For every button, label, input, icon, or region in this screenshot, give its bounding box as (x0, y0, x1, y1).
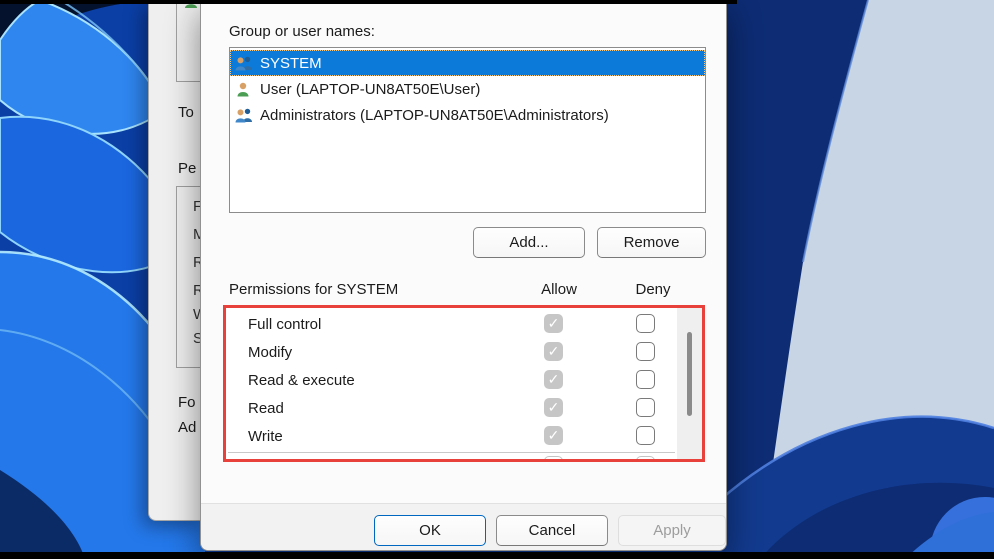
screen-edge-bottom (0, 552, 994, 559)
deny-checkbox[interactable] (636, 398, 655, 417)
cancel-button[interactable]: Cancel (496, 515, 608, 546)
background-label-fragment: Pe (178, 160, 197, 177)
permission-name: Modify (248, 344, 293, 361)
add-button[interactable]: Add... (473, 227, 585, 258)
allow-checkbox[interactable]: ✓ (544, 398, 563, 417)
remove-button[interactable]: Remove (597, 227, 706, 258)
allow-checkbox-partial[interactable] (544, 456, 563, 459)
deny-checkbox[interactable] (636, 370, 655, 389)
deny-checkbox[interactable] (636, 426, 655, 445)
list-divider (228, 452, 675, 453)
allow-checkbox[interactable]: ✓ (544, 370, 563, 389)
deny-column-header: Deny (635, 281, 671, 298)
deny-checkbox[interactable] (636, 314, 655, 333)
allow-column-header: Allow (541, 281, 577, 298)
dialog-footer: OK Cancel Apply (201, 503, 726, 550)
permissions-for-label: Permissions for SYSTEM (229, 281, 399, 298)
group-user-list[interactable]: SYSTEM User (LAPTOP-UN8AT50E\User) Adminis… (229, 47, 706, 213)
group-name: User (LAPTOP-UN8AT50E\User) (260, 80, 481, 98)
group-list-item[interactable]: Administrators (LAPTOP-UN8AT50E\Administ… (230, 102, 705, 128)
permissions-dialog: Group or user names: SYSTEM User (LAPTOP-… (200, 0, 727, 551)
group-names-label: Group or user names: (229, 23, 375, 40)
background-properties-dialog: To Pe FMRRWS Fo Ad (148, 0, 204, 521)
group-list-item[interactable]: User (LAPTOP-UN8AT50E\User) (230, 76, 705, 102)
allow-checkbox[interactable]: ✓ (544, 314, 563, 333)
users-icon (235, 108, 253, 123)
group-name: SYSTEM (260, 54, 322, 72)
allow-checkbox[interactable]: ✓ (544, 342, 563, 361)
group-list-item[interactable]: SYSTEM (230, 50, 705, 76)
permission-name: Full control (248, 316, 322, 333)
deny-checkbox-partial[interactable] (636, 456, 655, 459)
desktop: To Pe FMRRWS Fo Ad Group or user names: … (0, 0, 994, 559)
apply-button[interactable]: Apply (618, 515, 726, 546)
allow-checkbox[interactable]: ✓ (544, 426, 563, 445)
users-icon (235, 56, 253, 71)
ok-button[interactable]: OK (374, 515, 486, 546)
scrollbar-thumb[interactable] (687, 332, 692, 416)
permission-name: Write (248, 428, 283, 445)
background-label-fragment: Ad (178, 419, 197, 436)
group-name: Administrators (LAPTOP-UN8AT50E\Administ… (260, 106, 609, 124)
user-icon (235, 82, 253, 97)
permission-name: Read (248, 400, 284, 417)
background-label-fragment: To (178, 104, 194, 121)
screen-edge-top (0, 0, 737, 4)
deny-checkbox[interactable] (636, 342, 655, 361)
permission-name: Read & execute (248, 372, 355, 389)
highlight-box: Full control ✓ Modify ✓ Read & execute ✓ Read ✓… (223, 305, 705, 462)
permissions-scrollbar[interactable] (677, 308, 702, 459)
background-label-fragment: Fo (178, 394, 196, 411)
